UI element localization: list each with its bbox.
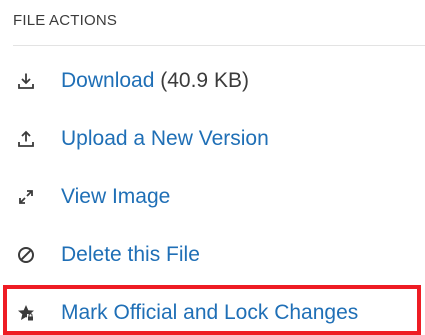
download-label: Download (40.9 KB): [61, 69, 249, 93]
upload-label: Upload a New Version: [61, 127, 269, 150]
view-image-label: View Image: [61, 185, 171, 208]
mark-official-action[interactable]: Mark Official and Lock Changes: [16, 296, 358, 330]
view-image-action[interactable]: View Image: [16, 180, 170, 214]
file-actions-panel: FILE ACTIONS Download (40.9 KB) Upload a…: [0, 0, 425, 335]
file-size: (40.9 KB): [160, 69, 249, 92]
delete-label: Delete this File: [61, 243, 200, 266]
download-text: Download: [61, 69, 155, 92]
star-lock-icon: [16, 303, 36, 323]
divider: [13, 45, 425, 46]
download-action[interactable]: Download (40.9 KB): [16, 64, 249, 98]
delete-file-action[interactable]: Delete this File: [16, 238, 200, 272]
expand-icon: [16, 187, 36, 207]
upload-icon: [16, 129, 36, 149]
prohibited-icon: [16, 245, 36, 265]
mark-official-label: Mark Official and Lock Changes: [61, 301, 359, 324]
section-header: FILE ACTIONS: [13, 12, 118, 29]
download-icon: [16, 71, 36, 91]
upload-new-version-action[interactable]: Upload a New Version: [16, 122, 269, 156]
